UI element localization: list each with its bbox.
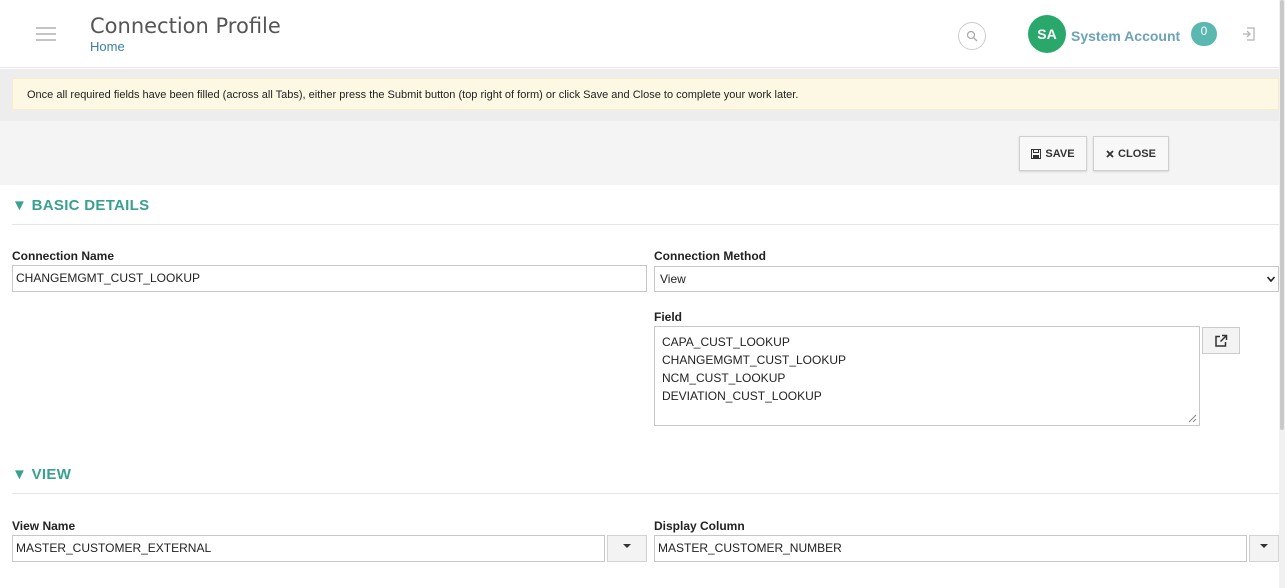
avatar[interactable]: SA: [1028, 15, 1066, 53]
info-notice: Once all required fields have been fille…: [12, 78, 1279, 110]
page-scrollbar[interactable]: [1279, 0, 1285, 588]
connection-method-select[interactable]: View: [654, 266, 1279, 292]
view-name-label: View Name: [12, 519, 76, 533]
top-header: Connection Profile Home SA System Accoun…: [0, 0, 1279, 68]
section-view[interactable]: ▼ VIEW: [12, 466, 71, 483]
connection-method-label: Connection Method: [654, 249, 766, 263]
display-column-input[interactable]: MASTER_CUSTOMER_NUMBER: [654, 535, 1247, 562]
search-icon: [966, 30, 978, 42]
field-item: DEVIATION_CUST_LOOKUP: [662, 389, 822, 403]
breadcrumb-home[interactable]: Home: [90, 39, 125, 54]
floppy-disk-icon: [1031, 148, 1042, 159]
caret-down-icon: [623, 544, 631, 548]
section-basic-details[interactable]: ▼ BASIC DETAILS: [12, 197, 149, 214]
field-item: CHANGEMGMT_CUST_LOOKUP: [662, 353, 847, 367]
connection-name-input[interactable]: CHANGEMGMT_CUST_LOOKUP: [12, 265, 647, 292]
save-button-label: SAVE: [1045, 147, 1075, 160]
app-window: Connection Profile Home SA System Accoun…: [0, 0, 1285, 588]
form-toolbar: SAVE CLOSE: [0, 121, 1279, 185]
section-divider: [12, 224, 1279, 225]
account-name[interactable]: System Account: [1071, 28, 1180, 44]
display-column-label: Display Column: [654, 519, 745, 533]
connection-method-value: View: [660, 272, 686, 286]
connection-name-label: Connection Name: [12, 249, 115, 263]
close-button-label: CLOSE: [1118, 147, 1156, 160]
triangle-down-icon: ▼: [12, 466, 32, 483]
field-item: CAPA_CUST_LOOKUP: [662, 335, 790, 349]
notification-badge[interactable]: 0: [1191, 22, 1217, 46]
display-column-dropdown-button[interactable]: [1249, 535, 1279, 562]
resize-grip-icon[interactable]: [1188, 414, 1197, 423]
open-field-button[interactable]: [1202, 327, 1240, 354]
field-textarea[interactable]: CAPA_CUST_LOOKUP CHANGEMGMT_CUST_LOOKUP …: [654, 326, 1200, 426]
logout-icon[interactable]: [1241, 26, 1257, 42]
save-button[interactable]: SAVE: [1019, 136, 1087, 171]
page-title: Connection Profile: [90, 14, 281, 38]
triangle-down-icon: ▼: [12, 197, 32, 214]
scrollbar-thumb[interactable]: [1280, 0, 1284, 430]
search-button[interactable]: [958, 22, 986, 50]
view-name-dropdown-button[interactable]: [607, 535, 647, 562]
chevron-down-icon: [1266, 276, 1276, 283]
section-view-title: VIEW: [31, 466, 72, 483]
view-name-input[interactable]: MASTER_CUSTOMER_EXTERNAL: [12, 535, 605, 562]
hamburger-icon[interactable]: [36, 27, 56, 41]
section-divider: [12, 493, 1279, 494]
field-item: NCM_CUST_LOOKUP: [662, 371, 786, 385]
caret-down-icon: [1260, 544, 1268, 548]
close-button[interactable]: CLOSE: [1093, 136, 1169, 171]
field-label: Field: [654, 310, 683, 324]
close-icon: [1106, 149, 1114, 158]
external-link-icon: [1215, 334, 1228, 347]
section-basic-details-title: BASIC DETAILS: [31, 197, 150, 214]
